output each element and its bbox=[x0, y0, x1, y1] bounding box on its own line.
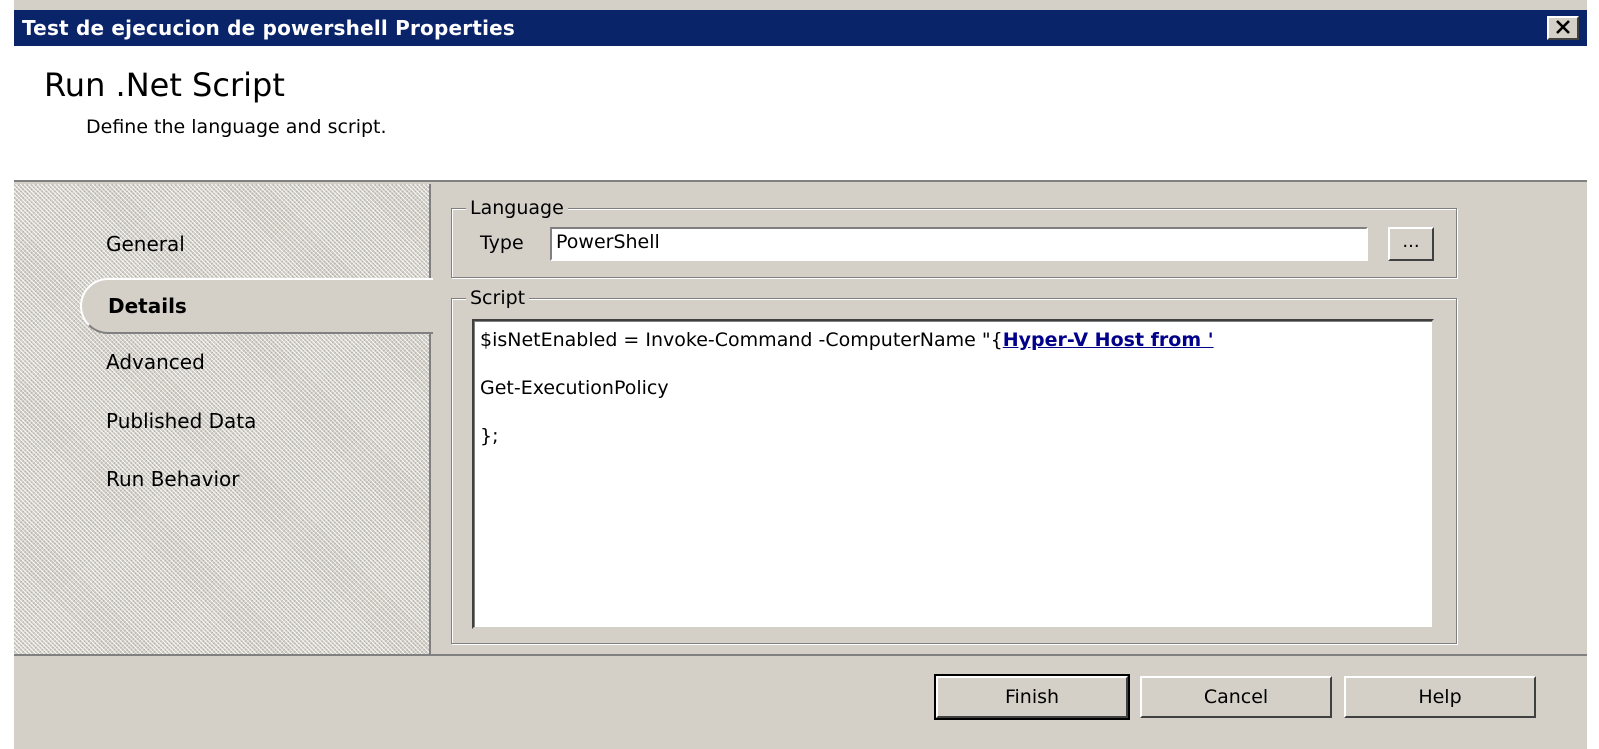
script-legend: Script bbox=[466, 287, 530, 309]
script-editor[interactable]: $isNetEnabled = Invoke-Command -Computer… bbox=[472, 319, 1434, 629]
language-group: Language Type PowerShell ... bbox=[451, 197, 1457, 278]
script-line-1-text: $isNetEnabled = Invoke-Command -Computer… bbox=[480, 329, 1003, 351]
cancel-button[interactable]: Cancel bbox=[1140, 676, 1332, 718]
script-line-1: $isNetEnabled = Invoke-Command -Computer… bbox=[480, 329, 1426, 377]
finish-button[interactable]: Finish bbox=[934, 674, 1130, 720]
close-icon bbox=[1555, 19, 1571, 38]
script-group: Script $isNetEnabled = Invoke-Command -C… bbox=[451, 287, 1457, 644]
close-button[interactable] bbox=[1547, 16, 1579, 40]
title-bar[interactable]: Test de ejecucion de powershell Properti… bbox=[14, 10, 1587, 46]
browse-button[interactable]: ... bbox=[1388, 227, 1434, 261]
details-panel: Language Type PowerShell ... Script $isN… bbox=[433, 184, 1587, 654]
sidebar-item-general[interactable]: General bbox=[106, 232, 185, 256]
sidebar-nav: General Details Advanced Published Data … bbox=[14, 184, 433, 654]
type-label: Type bbox=[480, 232, 524, 254]
page-subtitle: Define the language and script. bbox=[86, 116, 387, 138]
script-line-2: Get-ExecutionPolicy bbox=[480, 377, 669, 399]
help-button[interactable]: Help bbox=[1344, 676, 1536, 718]
window-right-edge bbox=[1587, 0, 1599, 749]
sidebar-item-advanced[interactable]: Advanced bbox=[106, 350, 205, 374]
published-data-link[interactable]: Hyper-V Host from ' bbox=[1003, 329, 1214, 351]
sidebar-item-published-data[interactable]: Published Data bbox=[106, 409, 256, 433]
page-title: Run .Net Script bbox=[44, 66, 285, 104]
dialog-footer: Finish Cancel Help bbox=[14, 654, 1587, 749]
properties-dialog: Test de ejecucion de powershell Properti… bbox=[0, 0, 1599, 749]
sidebar-item-details[interactable]: Details bbox=[80, 278, 433, 334]
dialog-header: Run .Net Script Define the language and … bbox=[14, 46, 1587, 182]
window-title: Test de ejecucion de powershell Properti… bbox=[22, 16, 516, 40]
language-legend: Language bbox=[466, 197, 568, 219]
type-input[interactable]: PowerShell bbox=[550, 227, 1368, 261]
sidebar-item-run-behavior[interactable]: Run Behavior bbox=[106, 467, 240, 491]
script-line-3: }; bbox=[480, 425, 499, 447]
window-left-edge bbox=[0, 0, 14, 749]
